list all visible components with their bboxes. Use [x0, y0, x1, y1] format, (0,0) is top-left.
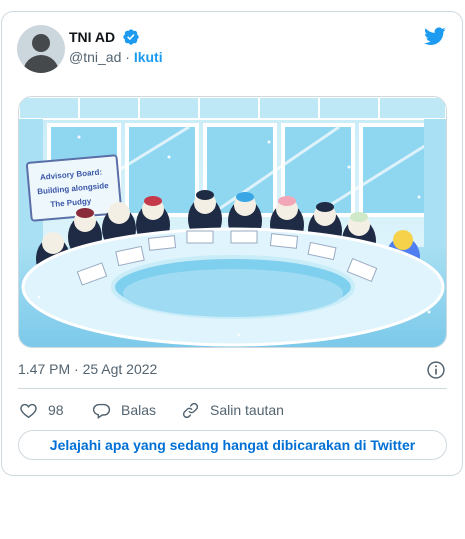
divider	[18, 388, 447, 389]
heart-icon	[20, 403, 37, 418]
info-icon[interactable]	[426, 360, 446, 380]
reply-button[interactable]: Balas	[92, 400, 156, 420]
author-name[interactable]: TNI AD	[69, 28, 115, 46]
avatar-default-head	[32, 34, 50, 52]
verified-badge-icon	[123, 29, 139, 45]
separator-dot: ·	[125, 49, 130, 65]
follow-link[interactable]: Ikuti	[134, 49, 163, 65]
likes-count: 98	[48, 402, 64, 418]
handle-row: @tni_ad · Ikuti	[69, 48, 163, 66]
avatar-default-body	[23, 55, 59, 73]
author-handle[interactable]: @tni_ad	[69, 49, 121, 65]
like-button[interactable]: 98	[19, 400, 64, 420]
ice-wall-top	[19, 97, 446, 120]
tweet-image[interactable]: Advisory Board: Building alongside The P…	[18, 96, 447, 348]
advisory-board-sign: Advisory Board: Building alongside The P…	[25, 154, 123, 222]
explore-twitter-button[interactable]: Jelajahi apa yang sedang hangat dibicara…	[18, 430, 447, 460]
copy-link-button[interactable]: Salin tautan	[181, 400, 284, 420]
round-conference-table	[21, 227, 445, 347]
boardroom-illustration: Advisory Board: Building alongside The P…	[19, 97, 446, 347]
speech-bubble-icon	[92, 403, 111, 419]
avatar[interactable]	[17, 25, 65, 73]
link-icon	[182, 402, 199, 418]
copy-link-label: Salin tautan	[210, 402, 284, 418]
reply-label: Balas	[121, 402, 157, 418]
twitter-bird-icon[interactable]	[423, 25, 447, 47]
tweet-timestamp[interactable]: 1.47 PM · 25 Agt 2022	[18, 360, 157, 378]
